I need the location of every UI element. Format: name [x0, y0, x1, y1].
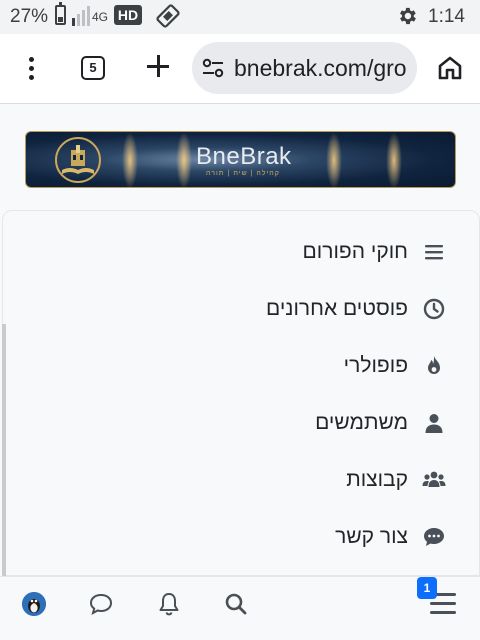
bottom-navigation-bar — [0, 576, 480, 640]
scrollbar[interactable] — [2, 324, 6, 576]
search-icon[interactable] — [223, 591, 249, 617]
browser-toolbar: 5 bnebrak.com/gro — [0, 34, 480, 104]
menu-item-popular[interactable]: פופולרי — [344, 346, 446, 386]
site-settings-icon[interactable] — [202, 58, 224, 78]
status-bar: 27% 4G HD 1:14 — [0, 0, 480, 34]
menu-item-users[interactable]: משתמשים — [315, 403, 446, 443]
settings-gear-icon — [400, 7, 416, 25]
chat-bubble-icon[interactable] — [88, 591, 114, 617]
url-text[interactable]: bnebrak.com/gro — [234, 55, 407, 82]
tab-switcher-button[interactable]: 5 — [81, 56, 105, 80]
bell-icon[interactable] — [156, 591, 182, 617]
avatar[interactable] — [22, 592, 46, 616]
clock-icon — [423, 298, 445, 320]
menu-item-label: קבוצות — [346, 468, 408, 491]
clock-time: 1:14 — [428, 6, 465, 27]
users-icon — [422, 471, 446, 487]
hd-badge: HD — [114, 5, 142, 25]
book-emblem-icon — [55, 137, 101, 183]
list-icon — [425, 245, 443, 260]
chat-icon — [424, 528, 444, 546]
menu-item-recent-posts[interactable]: פוסטים אחרונים — [266, 289, 446, 329]
fire-icon — [428, 356, 440, 374]
notification-badge: 1 — [417, 577, 437, 599]
battery-percent: 27% — [10, 6, 49, 27]
browser-menu-button[interactable] — [16, 54, 46, 84]
banner-title: BneBrak — [196, 143, 292, 170]
menu-item-forum-rules[interactable]: חוקי הפורום — [303, 232, 446, 272]
menu-item-label: צור קשר — [335, 525, 408, 548]
menu-item-contact[interactable]: צור קשר — [335, 517, 446, 557]
menu-item-label: פופולרי — [343, 354, 408, 377]
menu-item-label: פוסטים אחרונים — [266, 297, 408, 320]
menu-item-label: חוקי הפורום — [302, 240, 408, 263]
rotate-icon — [156, 4, 180, 28]
avatar-penguin-icon — [22, 592, 46, 616]
home-icon[interactable] — [436, 54, 464, 82]
menu-item-groups[interactable]: קבוצות — [346, 460, 446, 500]
user-icon — [425, 414, 443, 433]
site-logo-banner[interactable]: BneBrak קהילה | שיח | תורה — [25, 131, 456, 188]
banner-subtitle: קהילה | שיח | תורה — [206, 170, 280, 177]
battery-icon — [55, 2, 66, 25]
network-type: 4G — [92, 10, 109, 24]
address-bar[interactable]: bnebrak.com/gro — [192, 42, 417, 94]
menu-item-label: משתמשים — [315, 411, 408, 434]
signal-icon — [72, 6, 92, 26]
new-tab-button[interactable] — [144, 52, 172, 80]
